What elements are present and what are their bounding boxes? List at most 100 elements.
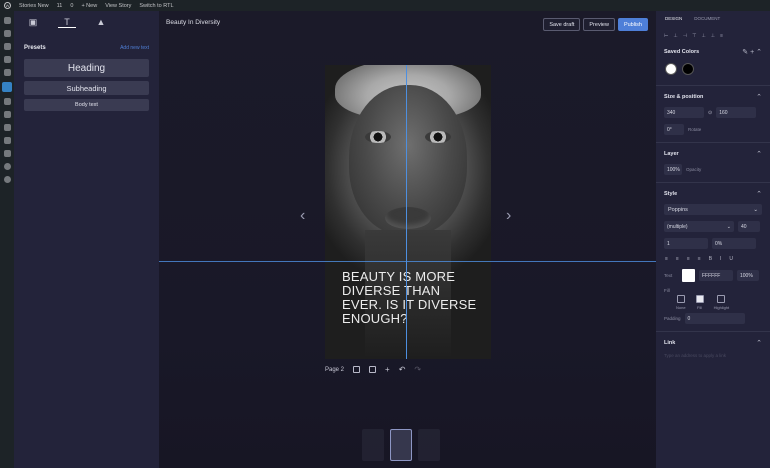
dashboard-icon[interactable] (3, 17, 11, 24)
text-tab-icon[interactable]: T (58, 16, 76, 28)
switch-rtl-link[interactable]: Switch to RTL (139, 3, 173, 9)
fill-none-option[interactable]: None (676, 295, 686, 310)
plugins-icon[interactable] (3, 111, 11, 118)
letter-spacing-input[interactable]: 0% (712, 238, 756, 249)
save-draft-button[interactable]: Save draft (543, 18, 581, 31)
fill-label: Fill (664, 288, 670, 293)
previous-page-arrow-icon[interactable]: ‹ (300, 207, 305, 225)
story-title[interactable]: Beauty In Diversity (166, 19, 220, 26)
rotation-input[interactable]: 0° (664, 124, 684, 135)
tab-design[interactable]: DESIGN (665, 16, 682, 27)
lock-ratio-icon[interactable]: ⊙ (708, 110, 712, 116)
view-story-link[interactable]: View Story (105, 3, 131, 9)
collapse-chevron-icon[interactable]: ⌃ (756, 93, 762, 101)
fill-fill-label: Fill (697, 305, 703, 310)
link-hint[interactable]: Type an address to apply a link (664, 353, 726, 358)
text-color-hex-input[interactable]: FFFFFF (699, 270, 733, 281)
bold-icon[interactable]: B (709, 256, 712, 262)
text-color-swatch[interactable] (682, 269, 695, 282)
site-name-link[interactable]: Stories New (19, 3, 49, 9)
font-weight-select[interactable]: (multiple) ⌄ (664, 221, 734, 232)
align-middle-icon[interactable]: ⊥ (701, 33, 705, 39)
underline-icon[interactable]: U (729, 256, 733, 262)
saved-color-swatch[interactable] (682, 63, 694, 75)
line-height-input[interactable]: 1 (664, 238, 708, 249)
align-top-icon[interactable]: ⊤ (692, 33, 696, 39)
font-size-input[interactable]: 40 (738, 221, 760, 232)
story-page[interactable]: BEAUTY IS MORE DIVERSE THAN EVER. IS IT … (325, 65, 491, 359)
comments-count[interactable]: 11 (57, 3, 63, 9)
page-toolbar: Page 2 + ↶ ↷ (325, 366, 421, 374)
text-opacity-input[interactable]: 100% (737, 270, 759, 281)
align-center-icon[interactable]: ⊥ (673, 33, 677, 39)
delete-page-icon[interactable] (353, 366, 361, 373)
comments-icon[interactable] (3, 69, 11, 76)
text-align-right-icon[interactable]: ≡ (687, 256, 690, 262)
text-align-left-icon[interactable]: ≡ (665, 256, 668, 262)
italic-icon[interactable]: I (720, 256, 721, 262)
preset-subheading[interactable]: Subheading (24, 81, 149, 95)
rotate-label: Rotate (688, 127, 702, 132)
extra-menu-icon[interactable] (3, 176, 11, 183)
design-panel: DESIGN DOCUMENT ⊢ ⊥ ⊣ ⊤ ⊥ ⊥ ≡ Saved Colo… (656, 11, 770, 468)
wp-admin-menu (0, 11, 14, 468)
admin-bar: W Stories New 11 0 + New View Story Swit… (0, 0, 770, 11)
new-link[interactable]: + New (81, 3, 97, 9)
padding-input[interactable]: 0 (684, 313, 745, 324)
portrait-right-eye (425, 131, 451, 143)
preset-heading[interactable]: Heading (24, 59, 149, 77)
width-input[interactable]: 340 (664, 107, 704, 118)
height-input[interactable]: 160 (716, 107, 757, 118)
appearance-icon[interactable] (3, 98, 11, 105)
add-page-icon[interactable]: + (385, 366, 390, 374)
posts-icon[interactable] (3, 30, 11, 37)
saved-color-swatch[interactable] (665, 63, 677, 75)
media-tab-icon[interactable]: ▣ (24, 16, 42, 28)
align-bottom-icon[interactable]: ⊥ (711, 33, 715, 39)
collapse-menu-icon[interactable] (3, 163, 11, 170)
collapse-chevron-icon[interactable]: ⌃ (756, 190, 762, 198)
collapse-chevron-icon[interactable]: ⌃ (756, 150, 762, 158)
fill-options: None Fill Highlight (656, 293, 770, 310)
media-icon[interactable] (3, 43, 11, 50)
align-left-icon[interactable]: ⊢ (664, 33, 668, 39)
page-label: Page 2 (325, 366, 345, 373)
tab-document[interactable]: DOCUMENT (694, 16, 720, 27)
story-text-element[interactable]: BEAUTY IS MORE DIVERSE THAN EVER. IS IT … (342, 270, 482, 326)
duplicate-page-icon[interactable] (369, 366, 377, 373)
pages-icon[interactable] (3, 56, 11, 63)
layer-title: Layer (664, 151, 679, 157)
library-tabs: ▣ T ▲ (14, 11, 159, 33)
align-right-icon[interactable]: ⊣ (683, 33, 687, 39)
edit-add-icons[interactable]: ✎ + ⌃ (742, 48, 762, 56)
next-page-arrow-icon[interactable]: › (506, 207, 511, 225)
shapes-tab-icon[interactable]: ▲ (92, 16, 110, 28)
distribute-icon[interactable]: ≡ (720, 33, 723, 39)
add-new-text-link[interactable]: Add new text (120, 45, 149, 51)
page-thumbnail-selected[interactable] (390, 429, 412, 461)
tools-icon[interactable] (3, 137, 11, 144)
page-thumbnail[interactable] (362, 429, 384, 461)
page-thumbnail[interactable] (418, 429, 440, 461)
opacity-input[interactable]: 100% (664, 164, 682, 175)
text-justify-icon[interactable]: ≡ (698, 256, 701, 262)
users-icon[interactable] (3, 124, 11, 131)
chevron-down-icon: ⌄ (726, 223, 731, 230)
preview-button[interactable]: Preview (583, 18, 615, 31)
fill-highlight-option[interactable]: Highlight (714, 295, 729, 310)
settings-icon[interactable] (3, 150, 11, 157)
stories-icon[interactable] (2, 82, 12, 92)
vertical-guide-line (406, 65, 407, 359)
horizontal-guide-line (159, 261, 656, 262)
text-align-center-icon[interactable]: ≡ (676, 256, 679, 262)
wordpress-logo-icon[interactable]: W (4, 2, 11, 9)
updates-count[interactable]: 0 (70, 3, 73, 9)
collapse-chevron-icon[interactable]: ⌃ (756, 339, 762, 347)
redo-icon[interactable]: ↷ (414, 366, 421, 374)
publish-button[interactable]: Publish (617, 18, 648, 31)
portrait-lips (385, 207, 431, 229)
font-family-select[interactable]: Poppins ⌄ (664, 204, 762, 215)
fill-fill-option[interactable]: Fill (695, 295, 704, 310)
undo-icon[interactable]: ↶ (399, 366, 406, 374)
preset-body-text[interactable]: Body text (24, 99, 149, 111)
